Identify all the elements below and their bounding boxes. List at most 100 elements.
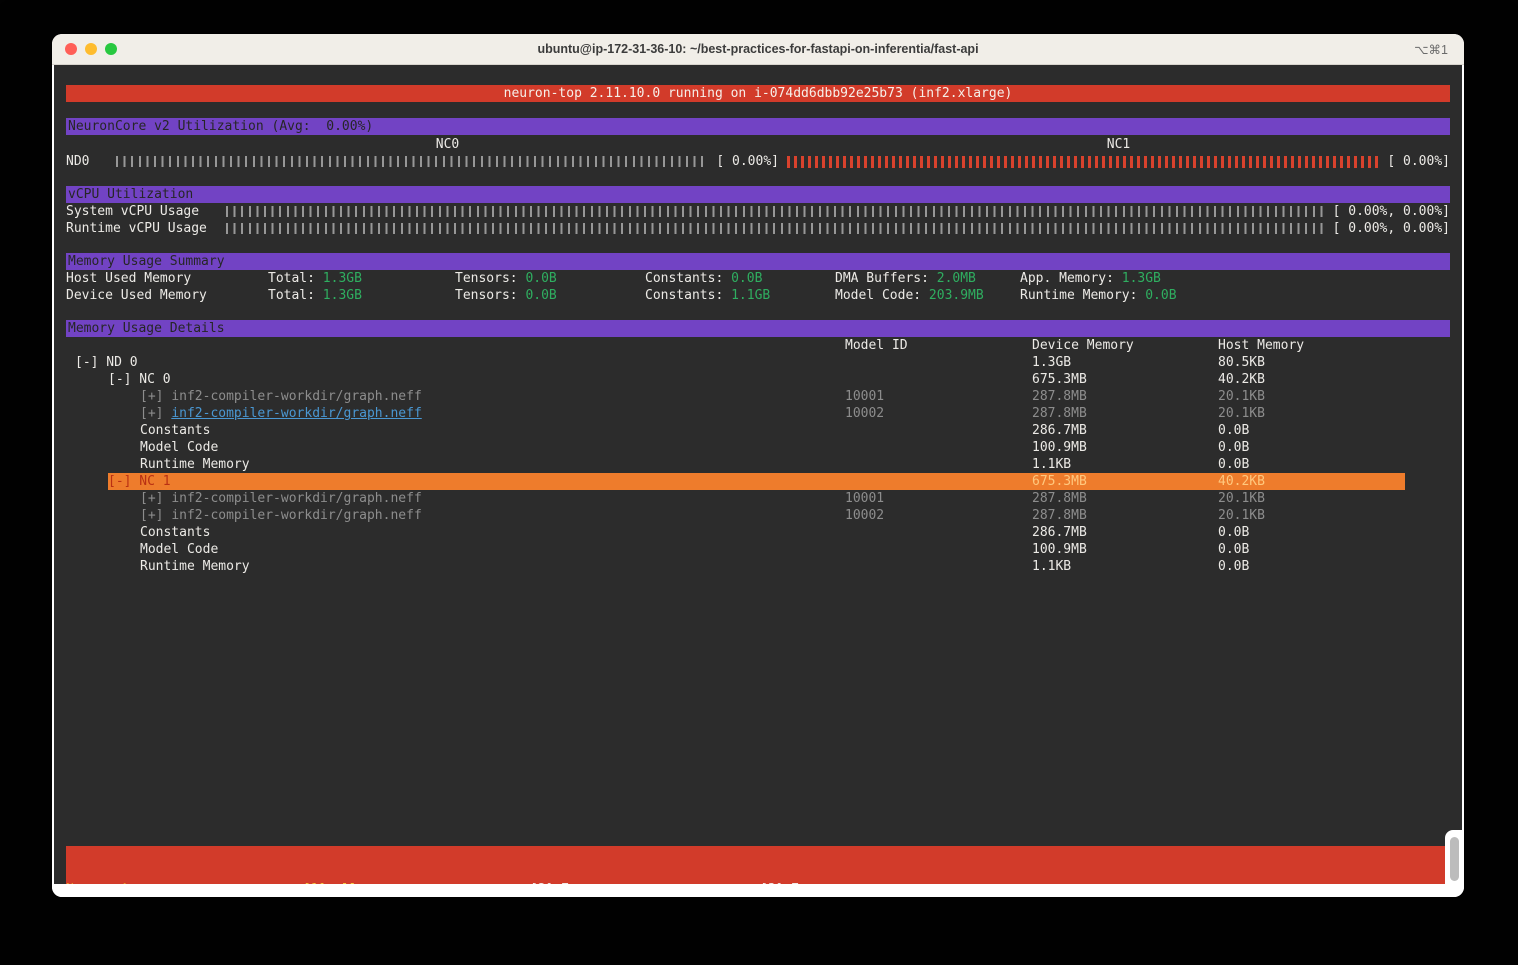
- tree-row[interactable]: [-] ND 0 1.3GB 80.5KB: [66, 354, 1450, 371]
- scrollbar-track: [1445, 830, 1462, 884]
- system-vcpu-gauge-bar: [226, 206, 1326, 217]
- host-memory-cell: 0.0B: [1218, 440, 1250, 455]
- tree-node-name: [-] ND 0: [75, 355, 138, 370]
- tree-node-name: Runtime Memory: [140, 559, 250, 574]
- runtime-vcpu-gauge-bar: [226, 223, 1326, 234]
- host-memory-cell: 20.1KB: [1218, 508, 1265, 523]
- tree-row[interactable]: [+] inf2-compiler-workdir/graph.neff 1000…: [66, 507, 1450, 524]
- vcpu-section-header: vCPU Utilization: [66, 186, 1450, 203]
- nc1-gauge: [ 0.00%]: [787, 153, 1450, 170]
- title-bar[interactable]: ubuntu@ip-172-31-36-10: ~/best-practices…: [52, 34, 1464, 65]
- device-memory-cell: 286.7MB: [1032, 423, 1087, 438]
- model-id-cell: 10001: [845, 389, 885, 404]
- summary-cell: DMA Buffers: 2.0MB: [835, 271, 976, 286]
- nc0-gauge-bar: [116, 156, 710, 167]
- tree-row[interactable]: [+] inf2-compiler-workdir/graph.neff 1000…: [66, 388, 1450, 405]
- expand-toggle-icon[interactable]: [+]: [140, 491, 171, 506]
- system-vcpu-row: System vCPU Usage [ 0.00%, 0.00%]: [66, 203, 1450, 220]
- tree-row[interactable]: Model Code 100.9MB 0.0B: [66, 541, 1450, 558]
- memory-summary-header: Memory Usage Summary: [66, 253, 1450, 270]
- tree-node-name: [+] inf2-compiler-workdir/graph.neff: [140, 491, 422, 506]
- tree-row[interactable]: [-] NC 0 675.3MB 40.2KB: [66, 371, 1450, 388]
- host-memory-cell: 40.2KB: [1218, 372, 1265, 387]
- tabs-line: Neuron Apps >[1]:all< [2]:7 [3]:7: [66, 880, 1450, 884]
- close-button[interactable]: [65, 43, 77, 55]
- status-bar: Neuron Apps >[1]:all<[2]:7[3]:7 q: quita…: [66, 846, 1450, 884]
- host-memory-cell: 20.1KB: [1218, 389, 1265, 404]
- scrollbar-thumb[interactable]: [1450, 837, 1459, 881]
- tree-node-name: [+] inf2-compiler-workdir/graph.neff: [140, 406, 422, 421]
- expand-toggle-icon[interactable]: [+]: [140, 389, 171, 404]
- model-id-cell: [845, 439, 1032, 456]
- host-memory-cell: 0.0B: [1218, 559, 1250, 574]
- device-memory-cell: 675.3MB: [1032, 372, 1087, 387]
- neuroncore-section-header: NeuronCore v2 Utilization (Avg: 0.00%): [66, 118, 1450, 135]
- tree-node-name: Model Code: [140, 542, 219, 557]
- model-id-cell: 10001: [845, 491, 885, 506]
- runtime-vcpu-value: [ 0.00%, 0.00%]: [1332, 221, 1450, 236]
- tree-row[interactable]: Runtime Memory 1.1KB 0.0B: [66, 558, 1450, 575]
- tree-row[interactable]: [+] inf2-compiler-workdir/graph.neff 1000…: [66, 405, 1450, 422]
- column-header-host-memory: Host Memory: [1218, 338, 1305, 353]
- expand-toggle-icon[interactable]: [+]: [140, 508, 171, 523]
- column-header-device-memory: Device Memory: [1032, 338, 1134, 353]
- model-id-cell: [845, 422, 1032, 439]
- tree-row[interactable]: Constants 286.7MB 0.0B: [66, 422, 1450, 439]
- minimize-button[interactable]: [85, 43, 97, 55]
- summary-cell: Runtime Memory: 0.0B: [1020, 288, 1177, 303]
- nc1-label: NC1: [1106, 137, 1131, 152]
- memory-details-header: Memory Usage Details: [66, 320, 1450, 337]
- tree-row[interactable]: Runtime Memory 1.1KB 0.0B: [66, 456, 1450, 473]
- tab[interactable]: [2]:7: [530, 881, 569, 884]
- system-vcpu-value: [ 0.00%, 0.00%]: [1332, 204, 1450, 219]
- tree-row[interactable]: Model Code 100.9MB 0.0B: [66, 439, 1450, 456]
- tree-node-name: Constants: [140, 525, 211, 540]
- memory-summary-row: Device Used Memory Total: 1.3GB Tensors: 0…: [66, 287, 1450, 304]
- memory-summary-row: Host Used Memory Total: 1.3GB Tensors: 0.0…: [66, 270, 1450, 287]
- summary-cell: Constants: 0.0B: [645, 271, 763, 286]
- device-memory-cell: 675.3MB: [1032, 474, 1087, 489]
- model-id-cell: [845, 456, 1032, 473]
- tab[interactable]: [3]:7: [760, 881, 799, 884]
- expand-toggle-icon[interactable]: [+]: [140, 406, 171, 421]
- model-id-cell: 10002: [845, 508, 885, 523]
- memory-summary-rows: Host Used Memory Total: 1.3GB Tensors: 0.0…: [66, 270, 1450, 304]
- device-memory-cell: 287.8MB: [1032, 389, 1087, 404]
- column-header-model-id: Model ID: [845, 338, 908, 353]
- summary-cell: Tensors: 0.0B: [455, 271, 557, 286]
- window-title: ubuntu@ip-172-31-36-10: ~/best-practices…: [537, 42, 979, 56]
- neuron-apps-label: Neuron Apps: [66, 881, 152, 884]
- zoom-button[interactable]: [105, 43, 117, 55]
- nd0-gauge-row: ND0 [ 0.00%] [ 0.00%]: [66, 153, 1450, 170]
- window-shortcut-badge: ⌥⌘1: [1414, 42, 1448, 57]
- system-vcpu-label: System vCPU Usage: [66, 204, 200, 219]
- nc0-gauge-value: [ 0.00%]: [716, 154, 779, 169]
- model-id-cell: [845, 354, 1032, 371]
- model-id-cell: [845, 473, 1032, 490]
- device-memory-cell: 1.1KB: [1032, 457, 1072, 472]
- host-memory-cell: 20.1KB: [1218, 491, 1265, 506]
- tree-node-name: [-] NC 1: [108, 474, 171, 489]
- model-id-cell: [845, 541, 1032, 558]
- tree-node-name: Constants: [140, 423, 211, 438]
- memory-details-rows: [-] ND 0 1.3GB 80.5KB [-] NC 0 675.3MB 40.2KB…: [66, 354, 1450, 575]
- nc1-gauge-value: [ 0.00%]: [1387, 154, 1450, 169]
- traffic-lights: [65, 43, 117, 55]
- device-memory-cell: 1.1KB: [1032, 559, 1072, 574]
- tree-row[interactable]: Constants 286.7MB 0.0B: [66, 524, 1450, 541]
- device-memory-cell: 287.8MB: [1032, 491, 1087, 506]
- tree-node-name: [+] inf2-compiler-workdir/graph.neff: [140, 389, 422, 404]
- tab[interactable]: >[1]:all<: [295, 881, 365, 884]
- host-memory-cell: 80.5KB: [1218, 355, 1265, 370]
- model-id-cell: [845, 371, 1032, 388]
- nd0-label: ND0: [66, 154, 90, 169]
- tree-row[interactable]: [-] NC 1 675.3MB 40.2KB: [66, 473, 1450, 490]
- window-bottom-edge: [52, 884, 1464, 897]
- host-memory-cell: 20.1KB: [1218, 406, 1265, 421]
- details-name-column-spacer: [66, 337, 845, 354]
- tree-row[interactable]: [+] inf2-compiler-workdir/graph.neff 1000…: [66, 490, 1450, 507]
- model-id-cell: 10002: [845, 406, 885, 421]
- device-memory-cell: 1.3GB: [1032, 355, 1072, 370]
- tree-node-name: Runtime Memory: [140, 457, 250, 472]
- summary-cell: Total: 1.3GB: [268, 288, 362, 303]
